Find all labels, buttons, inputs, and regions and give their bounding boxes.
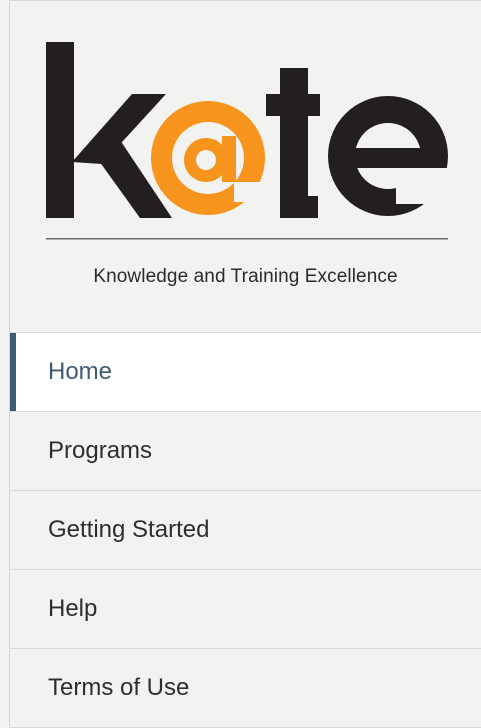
nav-item-label: Programs (48, 437, 153, 464)
main-nav: Home Programs Getting Started Help Terms… (10, 332, 481, 728)
nav-item-getting-started[interactable]: Getting Started (10, 491, 481, 570)
nav-item-label: Help (48, 595, 98, 622)
nav-item-label: Terms of Use (48, 674, 190, 701)
tagline: Knowledge and Training Excellence (93, 266, 398, 287)
nav-item-programs[interactable]: Programs (10, 412, 481, 491)
kate-logo[interactable] (44, 42, 450, 242)
sidebar: Knowledge and Training Excellence Home P… (0, 0, 481, 728)
kate-logo-image (46, 42, 450, 240)
nav-item-help[interactable]: Help (10, 570, 481, 649)
nav-item-terms-of-use[interactable]: Terms of Use (10, 649, 481, 728)
nav-item-home[interactable]: Home (10, 333, 481, 412)
nav-item-label: Home (48, 358, 113, 385)
nav-item-label: Getting Started (48, 516, 210, 543)
sidebar-top-border (9, 0, 481, 1)
